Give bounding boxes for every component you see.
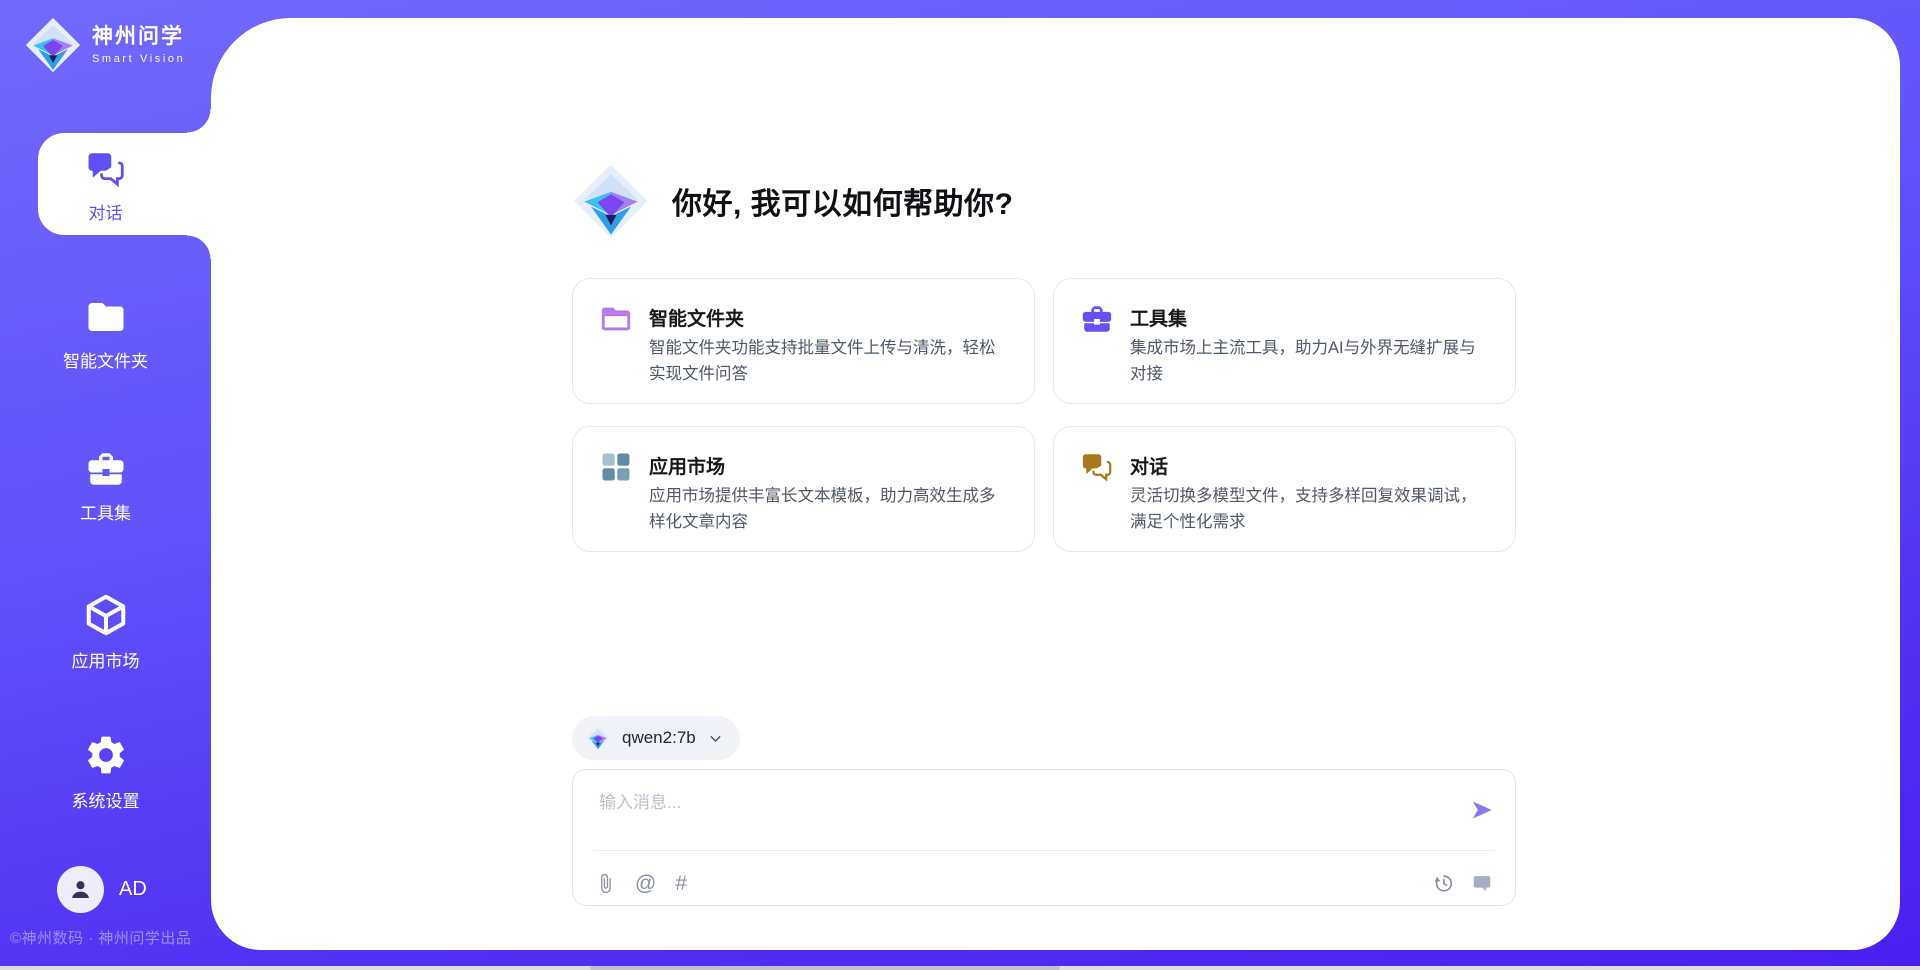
- gear-icon: [83, 732, 129, 778]
- user-name: AD: [119, 878, 147, 901]
- scrollbar-thumb[interactable]: [590, 966, 1060, 970]
- card-description: 集成市场上主流工具，助力AI与外界无缝扩展与对接: [1130, 335, 1491, 387]
- model-name: qwen2:7b: [622, 728, 696, 748]
- feature-cards: 智能文件夹 智能文件夹功能支持批量文件上传与清洗，轻松实现文件问答 工具集 集成…: [572, 278, 1516, 552]
- sidebar-item-label: 对话: [89, 199, 123, 224]
- history-icon[interactable]: [1432, 872, 1454, 894]
- copyright-footer: ©神州数码 · 神州问学出品: [10, 927, 210, 948]
- avatar: [57, 866, 104, 913]
- person-icon: [67, 876, 94, 903]
- conversation-icon[interactable]: [1471, 872, 1493, 894]
- folder-open-icon: [599, 302, 633, 336]
- main-panel: 你好, 我可以如何帮助你? 智能文件夹 智能文件夹功能支持批量文件上传与清洗，轻…: [211, 18, 1900, 950]
- card-smart-folder[interactable]: 智能文件夹 智能文件夹功能支持批量文件上传与清洗，轻松实现文件问答: [572, 278, 1035, 404]
- topic-icon[interactable]: #: [675, 873, 687, 894]
- message-input[interactable]: [597, 786, 1441, 848]
- card-chat[interactable]: 对话 灵活切换多模型文件，支持多样回复效果调试，满足个性化需求: [1053, 426, 1516, 552]
- brand-name: 神州问学: [92, 25, 185, 49]
- sidebar-item-label: 智能文件夹: [63, 347, 148, 372]
- sidebar-item-chat[interactable]: 对话: [0, 148, 211, 224]
- greeting-title: 你好, 我可以如何帮助你?: [672, 179, 1014, 223]
- assistant-logo-icon: [572, 162, 650, 240]
- sidebar-item-settings[interactable]: 系统设置: [0, 732, 211, 812]
- card-description: 灵活切换多模型文件，支持多样回复效果调试，满足个性化需求: [1130, 483, 1491, 535]
- cube-icon: [83, 592, 129, 638]
- briefcase-icon: [1080, 302, 1114, 336]
- card-app-market[interactable]: 应用市场 应用市场提供丰富长文本模板，助力高效生成多样化文章内容: [572, 426, 1035, 552]
- card-title: 智能文件夹: [649, 304, 744, 331]
- sidebar-item-label: 应用市场: [72, 647, 140, 672]
- sidebar: 神州问学 Smart Vision 对话 智能文件夹 工具集 应用市场: [0, 0, 211, 970]
- greeting-block: 你好, 我可以如何帮助你?: [572, 162, 1014, 240]
- chat-bubbles-icon: [85, 148, 127, 190]
- brand: 神州问学 Smart Vision: [24, 16, 185, 74]
- card-description: 智能文件夹功能支持批量文件上传与清洗，轻松实现文件问答: [649, 335, 1010, 387]
- model-selector[interactable]: qwen2:7b: [572, 716, 740, 760]
- briefcase-icon: [85, 448, 127, 490]
- folder-icon: [85, 296, 127, 338]
- brand-logo-icon: [24, 16, 82, 74]
- sidebar-item-smart-folder[interactable]: 智能文件夹: [0, 296, 211, 372]
- mention-icon[interactable]: @: [635, 873, 656, 894]
- card-description: 应用市场提供丰富长文本模板，助力高效生成多样化文章内容: [649, 483, 1010, 535]
- sidebar-item-app-market[interactable]: 应用市场: [0, 592, 211, 672]
- sidebar-item-label: 系统设置: [72, 787, 140, 812]
- chat-bubbles-icon: [1080, 450, 1114, 484]
- attachment-icon[interactable]: [595, 873, 616, 894]
- sidebar-item-label: 工具集: [80, 499, 131, 524]
- sidebar-item-toolset[interactable]: 工具集: [0, 448, 211, 524]
- message-composer: @ #: [572, 769, 1516, 906]
- user-profile[interactable]: AD: [57, 866, 147, 913]
- grid-icon: [599, 450, 633, 484]
- card-title: 对话: [1130, 452, 1168, 479]
- card-title: 工具集: [1130, 304, 1187, 331]
- card-title: 应用市场: [649, 452, 725, 479]
- chevron-down-icon: [707, 730, 724, 747]
- model-logo-icon: [585, 725, 611, 751]
- send-icon[interactable]: [1469, 797, 1495, 823]
- composer-divider: [593, 850, 1495, 851]
- card-toolset[interactable]: 工具集 集成市场上主流工具，助力AI与外界无缝扩展与对接: [1053, 278, 1516, 404]
- brand-tagline: Smart Vision: [92, 53, 185, 65]
- horizontal-scrollbar: [0, 966, 1920, 970]
